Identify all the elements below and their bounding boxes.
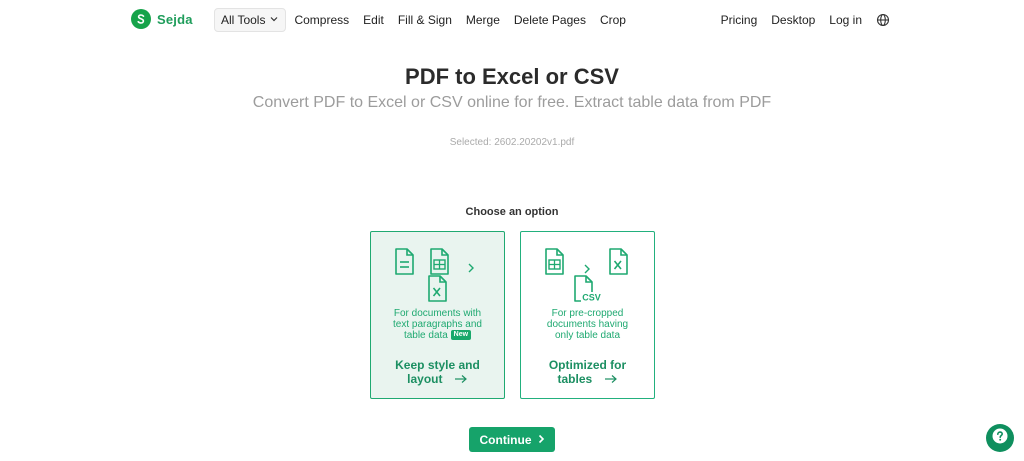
title-line: layout <box>407 372 443 386</box>
arrow-right-icon <box>454 373 468 387</box>
nav-link-login[interactable]: Log in <box>829 8 862 32</box>
page-subtitle: Convert PDF to Excel or CSV online for f… <box>252 94 772 111</box>
sejda-logo[interactable]: Sejda <box>131 9 193 29</box>
option-optimized-tables[interactable]: CSV For pre-cropped documents having onl… <box>520 231 655 399</box>
option-title: Keep style and layout <box>379 358 496 387</box>
chevron-right-icon <box>467 260 475 278</box>
nav-link-delete-pages[interactable]: Delete Pages <box>514 8 586 32</box>
option-description: For pre-cropped documents having only ta… <box>529 308 646 341</box>
nav-link-compress[interactable]: Compress <box>294 8 349 32</box>
nav-link-pricing[interactable]: Pricing <box>721 8 758 32</box>
nav-link-merge[interactable]: Merge <box>466 8 500 32</box>
new-badge: New <box>450 330 472 341</box>
continue-label: Continue <box>479 432 532 447</box>
top-navigation: Sejda All Tools Compress Edit Fill & Sig… <box>0 0 1024 40</box>
continue-button[interactable]: Continue <box>469 427 555 452</box>
chevron-right-icon <box>538 433 545 447</box>
sejda-logo-icon <box>131 9 151 29</box>
nav-link-edit[interactable]: Edit <box>363 8 384 32</box>
nav-link-desktop[interactable]: Desktop <box>771 8 815 32</box>
excel-file-icon <box>426 275 448 308</box>
choose-option-heading: Choose an option <box>465 206 559 218</box>
brand-name: Sejda <box>157 11 193 27</box>
option-keep-style-layout[interactable]: For documents with text paragraphs and t… <box>370 231 505 399</box>
selected-file: Selected: 2602.20202v1.pdf <box>449 137 575 148</box>
page-title: PDF to Excel or CSV <box>405 64 619 89</box>
globe-icon[interactable] <box>876 13 890 27</box>
description-line: text paragraphs and <box>393 319 482 330</box>
description-line: documents having <box>546 319 629 330</box>
help-button[interactable] <box>986 424 1014 452</box>
option-description: For documents with text paragraphs and t… <box>379 308 496 341</box>
nav-link-fill-sign[interactable]: Fill & Sign <box>398 8 452 32</box>
arrow-right-icon <box>604 373 618 387</box>
csv-file-icon: CSV <box>572 275 602 308</box>
title-line: Optimized for <box>548 358 627 372</box>
description-line: For pre-cropped <box>551 308 624 319</box>
description-line: For documents with <box>393 308 482 319</box>
all-tools-label: All Tools <box>221 13 266 27</box>
secondary-nav: Pricing Desktop Log in <box>721 8 890 32</box>
spreadsheet-icon <box>543 248 565 281</box>
nav-link-crop[interactable]: Crop <box>600 8 626 32</box>
title-line: tables <box>557 372 593 386</box>
excel-file-icon <box>607 248 629 281</box>
help-icon <box>991 427 1009 450</box>
all-tools-dropdown[interactable]: All Tools <box>214 8 287 32</box>
description-line: table data <box>403 330 448 341</box>
description-line: only table data <box>554 330 621 341</box>
title-line: Keep style and <box>395 358 480 372</box>
chevron-down-icon <box>269 13 279 27</box>
primary-nav: All Tools Compress Edit Fill & Sign Merg… <box>214 8 640 32</box>
csv-label: CSV <box>582 293 601 303</box>
document-text-icon <box>393 248 415 281</box>
option-title: Optimized for tables <box>529 358 646 387</box>
